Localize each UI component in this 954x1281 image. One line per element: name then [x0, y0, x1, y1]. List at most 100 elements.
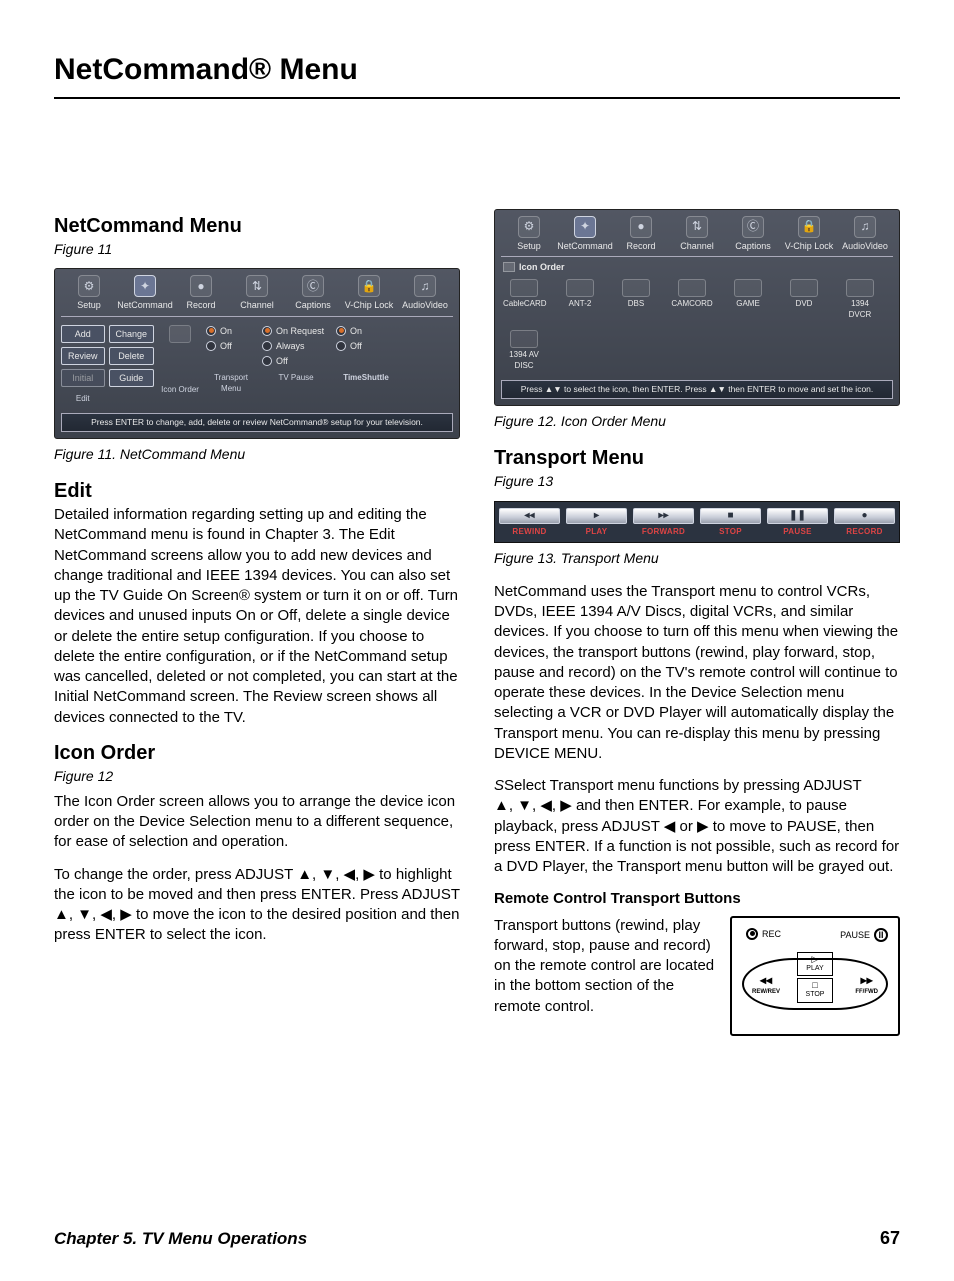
figure-ref-12: Figure 12 [54, 767, 460, 786]
record-icon: ● [190, 275, 212, 297]
transport-stop[interactable]: ■STOP [700, 508, 761, 538]
device-cablecard[interactable]: CableCARD [503, 279, 545, 321]
icon-order-icon[interactable] [169, 325, 191, 343]
btn-initial[interactable]: Initial [61, 369, 105, 387]
remote-body: Transport buttons (rewind, play forward,… [494, 916, 716, 1017]
figure-11-caption: Figure 11. NetCommand Menu [54, 445, 460, 464]
icon-order-p1: The Icon Order screen allows you to arra… [54, 792, 460, 853]
tab-netcommand[interactable]: NetCommand [557, 241, 613, 251]
btn-guide[interactable]: Guide [109, 369, 155, 387]
tab-captions[interactable]: Captions [295, 300, 331, 310]
btn-change[interactable]: Change [109, 325, 155, 343]
tab-setup[interactable]: Setup [77, 300, 101, 310]
radio-tvpause-onreq[interactable]: On Request [262, 325, 330, 337]
figure-ref-13: Figure 13 [494, 472, 900, 491]
remote-pause-button: PAUSEII [840, 928, 888, 942]
figure-13-caption: Figure 13. Transport Menu [494, 549, 900, 568]
tab-setup[interactable]: Setup [517, 241, 541, 251]
netcommand-icon: ✦ [134, 275, 156, 297]
tab-channel[interactable]: Channel [680, 241, 714, 251]
remote-rew-button: ◂◂REW/REV [752, 972, 780, 996]
figure-11-panel: ⚙ Setup ✦ NetCommand ● Record ⇅ Channel Ⓒ Cap… [54, 268, 460, 439]
channel-icon: ⇅ [686, 216, 708, 238]
captions-icon: Ⓒ [302, 275, 324, 297]
transport-rewind[interactable]: ◂◂REWIND [499, 508, 560, 538]
tab-audiovideo[interactable]: AudioVideo [842, 241, 888, 251]
device-1394avdisc[interactable]: 1394 AV DISC [503, 330, 545, 372]
transport-record[interactable]: ●RECORD [834, 508, 895, 538]
icon-order-p2: To change the order, press ADJUST ▲, ▼, … [54, 865, 460, 946]
remote-rec-button: REC [746, 928, 781, 940]
transport-p1: NetCommand uses the Transport menu to co… [494, 582, 900, 764]
arrows-icon: ▲, ▼, ◀, ▶ [54, 906, 132, 923]
fig12-top-tabs: ⚙ Setup ✦ NetCommand ● Record ⇅ Channel Ⓒ Cap… [501, 216, 893, 257]
fig12-hint: Press ▲▼ to select the icon, then ENTER.… [501, 380, 893, 399]
rec-icon [746, 928, 758, 940]
arrows-icon: ▲, ▼, ◀, ▶ [297, 866, 375, 883]
captions-icon: Ⓒ [742, 216, 764, 238]
radio-tvpause-always[interactable]: Always [262, 340, 330, 352]
label-icon-order: Icon Order [160, 385, 200, 396]
vchip-lock-icon: 🔒 [358, 275, 380, 297]
section-edit: Edit [54, 478, 460, 505]
tab-vchip[interactable]: V-Chip Lock [785, 241, 834, 251]
label-timeshuttle: TimeShuttle [336, 373, 396, 384]
fig12-device-row: CableCARD ANT-2 DBS CAMCORD GAME DVD 139… [501, 275, 893, 376]
setup-icon: ⚙ [518, 216, 540, 238]
transport-forward[interactable]: ▸▸FORWARD [633, 508, 694, 538]
remote-ff-button: ▸▸FF/FWD [855, 972, 878, 996]
device-dvd[interactable]: DVD [783, 279, 825, 321]
fig11-top-tabs: ⚙ Setup ✦ NetCommand ● Record ⇅ Channel Ⓒ Cap… [61, 275, 453, 316]
audiovideo-icon: ♫ [854, 216, 876, 238]
radio-timeshuttle-off[interactable]: Off [336, 340, 396, 352]
fig11-hint: Press ENTER to change, add, delete or re… [61, 413, 453, 432]
device-game[interactable]: GAME [727, 279, 769, 321]
figure-13-panel: ◂◂REWIND ▸PLAY ▸▸FORWARD ■STOP ❚❚PAUSE ●… [494, 501, 900, 543]
vchip-lock-icon: 🔒 [798, 216, 820, 238]
page-title: NetCommand® Menu [54, 50, 900, 99]
btn-review[interactable]: Review [61, 347, 105, 365]
figure-ref-11: Figure 11 [54, 240, 460, 259]
setup-icon: ⚙ [78, 275, 100, 297]
page-footer: Chapter 5. TV Menu Operations 67 [54, 1226, 900, 1251]
audiovideo-icon: ♫ [414, 275, 436, 297]
label-tvpause: TV Pause [262, 373, 330, 384]
left-column: NetCommand Menu Figure 11 ⚙ Setup ✦ NetCom… [54, 209, 460, 1036]
transport-play[interactable]: ▸PLAY [566, 508, 627, 538]
section-transport-menu: Transport Menu [494, 445, 900, 472]
channel-icon: ⇅ [246, 275, 268, 297]
transport-pause[interactable]: ❚❚PAUSE [767, 508, 828, 538]
tab-audiovideo[interactable]: AudioVideo [402, 300, 448, 310]
footer-chapter: Chapter 5. TV Menu Operations [54, 1228, 307, 1251]
footer-page-number: 67 [880, 1226, 900, 1250]
tab-netcommand[interactable]: NetCommand [117, 300, 173, 310]
radio-transport-on[interactable]: On [206, 325, 256, 337]
icon-order-mini-icon [503, 262, 515, 272]
device-camcord[interactable]: CAMCORD [671, 279, 713, 321]
btn-delete[interactable]: Delete [109, 347, 155, 365]
radio-transport-off[interactable]: Off [206, 340, 256, 352]
tab-vchip[interactable]: V-Chip Lock [345, 300, 394, 310]
tab-record[interactable]: Record [626, 241, 655, 251]
device-ant2[interactable]: ANT-2 [559, 279, 601, 321]
radio-timeshuttle-on[interactable]: On [336, 325, 396, 337]
section-netcommand-menu: NetCommand Menu [54, 213, 460, 240]
btn-add[interactable]: Add [61, 325, 105, 343]
device-1394dvcr[interactable]: 1394 DVCR [839, 279, 881, 321]
netcommand-icon: ✦ [574, 216, 596, 238]
section-icon-order: Icon Order [54, 740, 460, 767]
right-column: ⚙ Setup ✦ NetCommand ● Record ⇅ Channel Ⓒ Cap… [494, 209, 900, 1036]
fig12-subhead: Icon Order [503, 261, 893, 273]
section-remote-buttons: Remote Control Transport Buttons [494, 889, 900, 909]
tab-captions[interactable]: Captions [735, 241, 771, 251]
label-edit: Edit [61, 394, 105, 405]
pause-icon: II [874, 928, 888, 942]
radio-tvpause-off[interactable]: Off [262, 355, 330, 367]
tab-record[interactable]: Record [186, 300, 215, 310]
device-dbs[interactable]: DBS [615, 279, 657, 321]
arrows-icon: ▲, ▼, ◀, ▶ [494, 797, 572, 814]
record-icon: ● [630, 216, 652, 238]
tab-channel[interactable]: Channel [240, 300, 274, 310]
figure-12-caption: Figure 12. Icon Order Menu [494, 412, 900, 431]
figure-12-panel: ⚙ Setup ✦ NetCommand ● Record ⇅ Channel Ⓒ Cap… [494, 209, 900, 407]
